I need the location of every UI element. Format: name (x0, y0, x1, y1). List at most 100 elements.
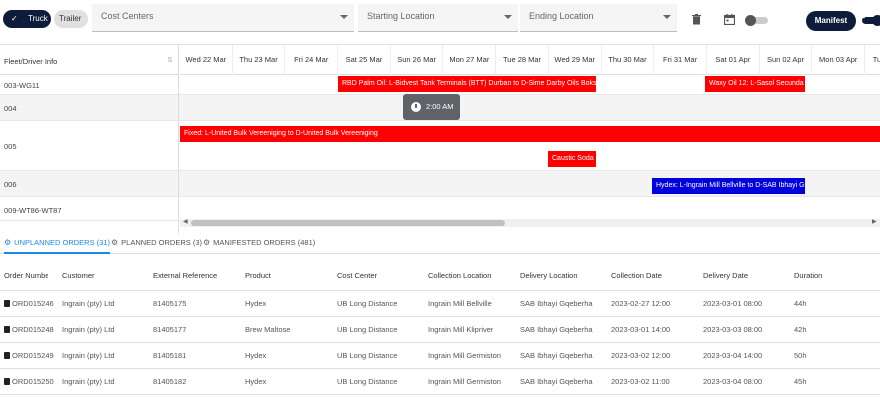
scrollbar-thumb[interactable] (191, 220, 505, 226)
table-cell: 50h (794, 351, 807, 360)
event-bar[interactable]: RBD Palm Oil: L-Bidvest Tank Terminals (… (338, 76, 596, 92)
column-header[interactable]: Collection Date (611, 262, 662, 290)
table-cell: Ingrain (pty) Ltd (62, 325, 115, 334)
scheduler: 003-WG11 004 005 006 009-WT86-WT87 Fleet… (0, 44, 880, 233)
order-number-cell: ORD015248 (4, 317, 54, 343)
resource-column: Fleet/Driver Info ⇅ (0, 45, 179, 233)
table-cell: Ingrain (pty) Ltd (62, 299, 115, 308)
day-header: Thu 23 Mar (233, 45, 286, 75)
column-header[interactable]: Collection Location (428, 262, 491, 290)
table-cell: 2023-03-03 08:00 (703, 325, 763, 334)
column-header[interactable]: Delivery Location (520, 262, 578, 290)
table-cell: UB Long Distance (337, 351, 398, 360)
table-cell: SAB Ibhayi Gqeberha (520, 377, 593, 386)
column-header[interactable]: Product (245, 262, 271, 290)
table-cell: 2023-03-04 14:00 (703, 351, 763, 360)
event-bar[interactable]: Hydex: L-Ingrain Mill Bellville to D-SAB… (652, 178, 805, 194)
event-bar[interactable]: Caustic Soda (548, 151, 596, 167)
time-tooltip: 2:00 AM (403, 94, 460, 120)
day-header: Wed 22 Mar (180, 45, 233, 75)
column-header[interactable]: Cost Center (337, 262, 377, 290)
trash-icon[interactable] (692, 14, 701, 28)
tab-planned-orders[interactable]: ⚙ PLANNED ORDERS (3) (111, 232, 202, 254)
table-cell: Ingrain (pty) Ltd (62, 377, 115, 386)
table-cell: SAB Ibhayi Gqeberha (520, 351, 593, 360)
day-header: Wed 29 Mar (549, 45, 602, 75)
order-number-cell: ORD015249 (4, 343, 54, 369)
day-header: Mon 03 Apr (812, 45, 866, 75)
tab-label: PLANNED ORDERS (3) (121, 238, 203, 247)
manifest-toggle[interactable]: ✓ (862, 12, 880, 26)
column-header[interactable]: Order Number (4, 262, 48, 290)
day-header: Sun 02 Apr (760, 45, 813, 75)
tab-unplanned-orders[interactable]: ⚙ UNPLANNED ORDERS (31) (4, 232, 111, 254)
table-row[interactable]: ORD015250 Ingrain (pty) Ltd 81405182 Hyd… (0, 369, 880, 395)
order-number: ORD015249 (12, 351, 54, 360)
table-cell: 2023-03-04 08:00 (703, 377, 763, 386)
table-cell: 2023-03-02 12:00 (611, 351, 671, 360)
orders-tabs: ⚙ UNPLANNED ORDERS (31) ⚙ PLANNED ORDERS (… (0, 232, 880, 254)
table-cell: Ingrain Mill Bellville (428, 299, 492, 308)
sort-icon[interactable]: ⇅ (167, 56, 173, 64)
toggle-knob (745, 15, 756, 26)
table-cell: Brew Maltose (245, 325, 291, 334)
resource-header: Fleet/Driver Info ⇅ (0, 45, 179, 75)
clock-icon (411, 102, 421, 112)
chevron-down-icon (504, 15, 512, 19)
cost-centers-select[interactable]: Cost Centers (92, 4, 354, 32)
filter-bar: ✓ Truck Trailer Cost Centers Starting Lo… (0, 0, 880, 40)
day-header: Tue 04 Apr (865, 45, 880, 75)
toggle-knob (872, 15, 880, 26)
table-cell: Hydex (245, 299, 267, 308)
day-header: Sun 26 Mar (391, 45, 444, 75)
day-header: Sat 01 Apr (707, 45, 760, 75)
table-row[interactable]: ORD015246 Ingrain (pty) Ltd 81405175 Hyd… (0, 291, 880, 317)
day-header: Fri 31 Mar (654, 45, 707, 75)
column-header[interactable]: External Reference (153, 262, 217, 290)
table-row[interactable]: ORD015249 Ingrain (pty) Ltd 81405181 Hyd… (0, 343, 880, 369)
table-cell: UB Long Distance (337, 325, 398, 334)
manifest-button[interactable]: Manifest (806, 11, 856, 31)
document-icon (4, 300, 10, 307)
order-number: ORD015246 (12, 299, 54, 308)
gear-icon: ⚙ (111, 238, 119, 247)
column-header[interactable]: Customer (62, 262, 95, 290)
tab-manifested-orders[interactable]: ⚙ MANIFESTED ORDERS (481) (203, 232, 315, 254)
table-cell: 81405182 (153, 377, 187, 386)
trailer-chip[interactable]: Trailer (54, 10, 88, 28)
column-header[interactable]: Duration (794, 262, 822, 290)
truck-chip[interactable]: ✓ Truck (3, 10, 51, 28)
table-cell: UB Long Distance (337, 299, 398, 308)
scroll-left-icon[interactable]: ◀ (183, 218, 188, 225)
column-header[interactable]: Delivery Date (703, 262, 748, 290)
day-header: Thu 30 Mar (602, 45, 655, 75)
calendar-icon[interactable] (723, 14, 736, 28)
document-icon (4, 378, 10, 385)
view-toggle[interactable] (745, 15, 768, 26)
ending-location-select[interactable]: Ending Location (520, 4, 677, 32)
table-cell: 81405181 (153, 351, 187, 360)
event-bar[interactable]: Fixed: L-United Bulk Vereeniging to D-Un… (180, 126, 880, 142)
table-cell: 2023-03-01 14:00 (611, 325, 671, 334)
table-cell: 81405177 (153, 325, 187, 334)
table-cell: 2023-02-27 12:00 (611, 299, 671, 308)
trailer-chip-label: Trailer (59, 14, 82, 23)
timeline: Wed 22 Mar Thu 23 Mar Fri 24 Mar Sat 25 … (180, 45, 880, 233)
cost-centers-label: Cost Centers (101, 11, 154, 21)
day-header: Sat 25 Mar (338, 45, 391, 75)
ending-location-label: Ending Location (529, 11, 594, 21)
table-cell: SAB Ibhayi Gqeberha (520, 325, 593, 334)
table-cell: Ingrain Mill Germiston (428, 377, 501, 386)
order-number: ORD015248 (12, 325, 54, 334)
horizontal-scrollbar[interactable]: ◀ ▶ (180, 219, 880, 227)
scroll-right-icon[interactable]: ▶ (872, 218, 877, 225)
event-bar[interactable]: Waxy Oil 12: L-Sasol Secunda (705, 76, 805, 92)
day-header: Tue 28 Mar (496, 45, 549, 75)
gear-icon: ⚙ (4, 238, 12, 247)
starting-location-select[interactable]: Starting Location (358, 4, 518, 32)
check-icon: ✓ (11, 14, 18, 23)
order-number-cell: ORD015250 (4, 369, 54, 395)
table-row[interactable]: ORD015248 Ingrain (pty) Ltd 81405177 Bre… (0, 317, 880, 343)
tooltip-time: 2:00 AM (426, 102, 454, 111)
check-icon: ✓ (862, 12, 869, 21)
